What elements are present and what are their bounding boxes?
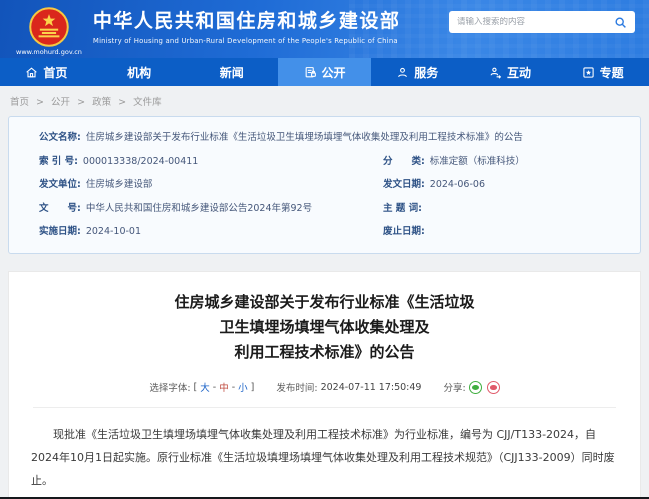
- nav-item-disclosure[interactable]: 公开: [278, 58, 371, 86]
- site-header: www.mohurd.gov.cn 中华人民共和国住房和城乡建设部 Minist…: [0, 0, 649, 58]
- field-doc-name: 公文名称: 住房城乡建设部关于发布行业标准《生活垃圾卫生填埋场填埋气体收集处理及利…: [39, 131, 622, 144]
- field-value: 住房城乡建设部关于发布行业标准《生活垃圾卫生填埋场填埋气体收集处理及利用工程技术…: [86, 132, 523, 143]
- field-impl-date: 实施日期: 2024-10-01: [39, 225, 383, 238]
- breadcrumb-separator: >: [77, 97, 85, 108]
- field-value: 2024-10-01: [86, 226, 141, 237]
- field-expire-date: 废止日期:: [383, 225, 622, 238]
- article-title: 住房城乡建设部关于发布行业标准《生活垃圾 卫生填埋场填埋气体收集处理及 利用工程…: [31, 290, 618, 365]
- share-label: 分享:: [443, 380, 465, 394]
- nav-item-home[interactable]: 首页: [0, 58, 93, 86]
- nav-label: 专题: [600, 64, 624, 81]
- search-icon[interactable]: [614, 16, 627, 29]
- font-size-label: 选择字体:: [149, 380, 190, 394]
- dash: -: [213, 382, 216, 393]
- article-body: 现批准《生活垃圾卫生填埋场填埋气体收集处理及利用工程技术标准》为行业标准，编号为…: [31, 423, 618, 499]
- field-value: 标准定额（标准科技）: [430, 156, 525, 167]
- breadcrumb-separator: >: [36, 97, 44, 108]
- search-input[interactable]: [457, 17, 614, 27]
- nav-item-news[interactable]: 新闻: [185, 58, 278, 86]
- nav-label: 机构: [127, 64, 151, 81]
- font-medium-link[interactable]: 中: [219, 380, 229, 394]
- nav-item-org[interactable]: 机构: [93, 58, 186, 86]
- article-title-line: 住房城乡建设部关于发布行业标准《生活垃圾: [31, 290, 618, 315]
- field-label: 公文名称:: [39, 132, 81, 143]
- document-info-panel: 公文名称: 住房城乡建设部关于发布行业标准《生活垃圾卫生填埋场填埋气体收集处理及利…: [8, 116, 641, 254]
- nav-label: 互动: [507, 64, 531, 81]
- publish-time: 2024-07-11 17:50:49: [321, 382, 422, 393]
- nav-label: 新闻: [220, 64, 244, 81]
- nav-item-interaction[interactable]: 互动: [464, 58, 557, 86]
- field-label: 主 题 词:: [383, 203, 422, 214]
- field-value: 中华人民共和国住房和城乡建设部公告2024年第92号: [86, 203, 312, 214]
- ministry-title-cn: 中华人民共和国住房和城乡建设部: [93, 9, 401, 33]
- field-issue-date: 发文日期: 2024-06-06: [383, 178, 622, 191]
- field-doc-no: 文 号: 中华人民共和国住房和城乡建设部公告2024年第92号: [39, 202, 383, 215]
- font-large-link[interactable]: 大: [200, 380, 210, 394]
- article-title-line: 卫生填埋场填埋气体收集处理及: [31, 315, 618, 340]
- bracket: ]: [251, 382, 255, 393]
- nav-label: 服务: [414, 64, 438, 81]
- home-icon: [25, 66, 38, 79]
- publish-time-label: 发布时间:: [276, 380, 317, 394]
- wechat-share-icon[interactable]: [469, 381, 482, 394]
- article-meta: 选择字体: [ 大 - 中 - 小 ] 发布时间: 2024-07-11 17:…: [31, 380, 618, 394]
- site-logo[interactable]: www.mohurd.gov.cn: [16, 7, 82, 56]
- font-small-link[interactable]: 小: [238, 380, 248, 394]
- breadcrumb-disclosure[interactable]: 公开: [51, 97, 70, 108]
- field-label: 实施日期:: [39, 226, 81, 237]
- field-label: 分 类:: [383, 156, 425, 167]
- person-pin-icon: [396, 66, 409, 79]
- star-box-icon: [582, 66, 595, 79]
- nav-item-topics[interactable]: 专题: [556, 58, 649, 86]
- field-label: 发文日期:: [383, 179, 425, 190]
- field-value: 2024-06-06: [430, 179, 485, 190]
- field-issuing-unit: 发文单位: 住房城乡建设部: [39, 178, 383, 191]
- national-emblem-icon: [29, 7, 69, 47]
- breadcrumb-policy[interactable]: 政策: [92, 97, 111, 108]
- document-icon: [304, 66, 317, 79]
- bracket: [: [194, 382, 198, 393]
- field-subject: 主 题 词:: [383, 202, 622, 215]
- main-nav: 首页 机构 新闻 公开 服务 互动: [0, 58, 649, 86]
- site-url: www.mohurd.gov.cn: [16, 48, 82, 56]
- breadcrumb-home[interactable]: 首页: [10, 97, 29, 108]
- field-index-no: 索 引 号: 000013338/2024-00411: [39, 155, 383, 168]
- ministry-title-en: Ministry of Housing and Urban-Rural Deve…: [93, 37, 401, 45]
- field-label: 文 号:: [39, 203, 81, 214]
- field-category: 分 类: 标准定额（标准科技）: [383, 155, 622, 168]
- meta-divider: [33, 407, 616, 408]
- nav-item-services[interactable]: 服务: [371, 58, 464, 86]
- nav-label: 公开: [322, 64, 346, 81]
- field-label: 废止日期:: [383, 226, 425, 237]
- weibo-share-icon[interactable]: [487, 381, 500, 394]
- field-label: 索 引 号:: [39, 156, 78, 167]
- person-arrows-icon: [489, 66, 502, 79]
- field-value: 000013338/2024-00411: [83, 156, 198, 167]
- header-search: [449, 11, 635, 33]
- breadcrumb: 首页 > 公开 > 政策 > 文件库: [0, 86, 649, 115]
- field-label: 发文单位:: [39, 179, 81, 190]
- article-paragraph: 现批准《生活垃圾卫生填埋场填埋气体收集处理及利用工程技术标准》为行业标准，编号为…: [31, 423, 618, 492]
- article-panel: 住房城乡建设部关于发布行业标准《生活垃圾 卫生填埋场填埋气体收集处理及 利用工程…: [8, 271, 641, 499]
- breadcrumb-separator: >: [118, 97, 126, 108]
- nav-label: 首页: [43, 64, 67, 81]
- dash: -: [232, 382, 235, 393]
- breadcrumb-library[interactable]: 文件库: [133, 97, 162, 108]
- field-value: 住房城乡建设部: [86, 179, 153, 190]
- article-title-line: 利用工程技术标准》的公告: [31, 340, 618, 365]
- header-titles: 中华人民共和国住房和城乡建设部 Ministry of Housing and …: [93, 9, 401, 45]
